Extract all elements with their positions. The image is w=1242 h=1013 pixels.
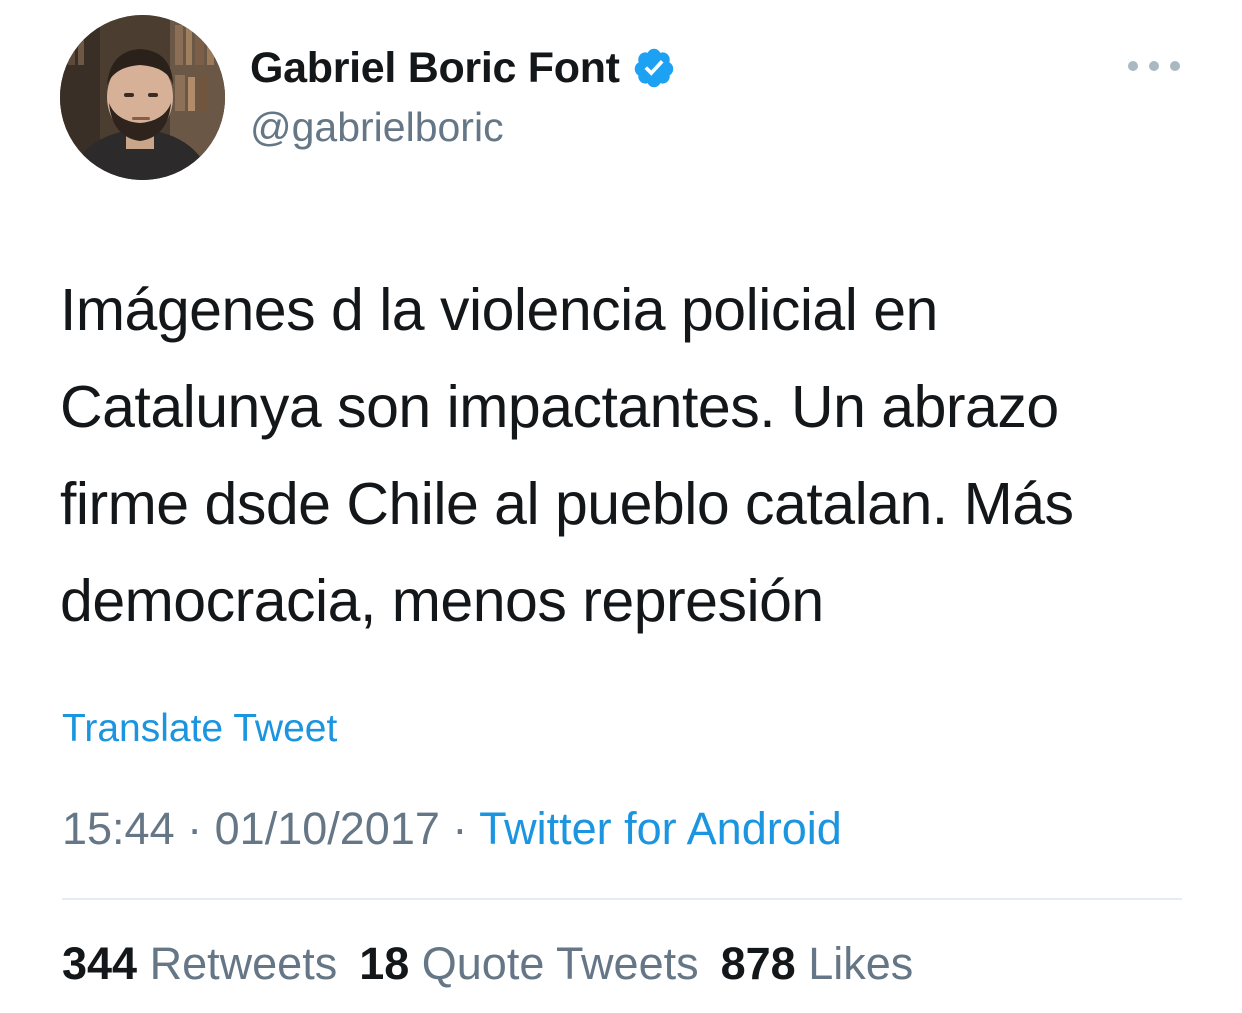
tweet-text-line: Catalunya son impactantes. Un abrazo <box>60 374 1059 440</box>
tweet-metadata: 15:44 · 01/10/2017 · Twitter for Android <box>62 803 842 855</box>
avatar-photo-icon <box>60 15 225 180</box>
likes-stat[interactable]: 878 Likes <box>721 938 936 989</box>
quote-tweets-stat[interactable]: 18 Quote Tweets <box>359 938 720 989</box>
tweet-text-line: democracia, menos represión <box>60 568 824 634</box>
author-display-name[interactable]: Gabriel Boric Font <box>250 44 620 93</box>
tweet-source-link[interactable]: Twitter for Android <box>479 803 842 854</box>
more-dot <box>1128 61 1138 71</box>
likes-count: 878 <box>720 938 796 989</box>
tweet-date[interactable]: 01/10/2017 <box>215 803 440 854</box>
retweets-stat[interactable]: 344 Retweets <box>62 938 359 989</box>
meta-separator: · <box>187 803 203 854</box>
author-handle[interactable]: @gabrielboric <box>250 104 504 151</box>
quote-tweets-count: 18 <box>359 938 410 989</box>
more-options-icon[interactable] <box>1128 54 1180 78</box>
retweets-count: 344 <box>62 938 138 989</box>
divider <box>62 898 1182 900</box>
avatar[interactable] <box>60 15 225 180</box>
tweet-text: Imágenes d la violencia policial en Cata… <box>60 262 1190 650</box>
engagement-stats: 344 Retweets 18 Quote Tweets 878 Likes <box>62 938 935 990</box>
tweet-card: Gabriel Boric Font @gabrielboric Imágene… <box>0 0 1242 1013</box>
tweet-text-line: firme dsde Chile al pueblo catalan. Más <box>60 471 1074 537</box>
tweet-text-line: Imágenes d la violencia policial en <box>60 277 938 343</box>
meta-separator: · <box>452 803 468 854</box>
translate-tweet-link[interactable]: Translate Tweet <box>62 707 337 751</box>
author-name-row[interactable]: Gabriel Boric Font <box>250 42 676 94</box>
tweet-time[interactable]: 15:44 <box>62 803 175 854</box>
retweets-label: Retweets <box>149 938 338 989</box>
more-dot <box>1149 61 1159 71</box>
verified-badge-icon <box>632 46 676 90</box>
likes-label: Likes <box>808 938 914 989</box>
quote-tweets-label: Quote Tweets <box>421 938 699 989</box>
more-dot <box>1170 61 1180 71</box>
